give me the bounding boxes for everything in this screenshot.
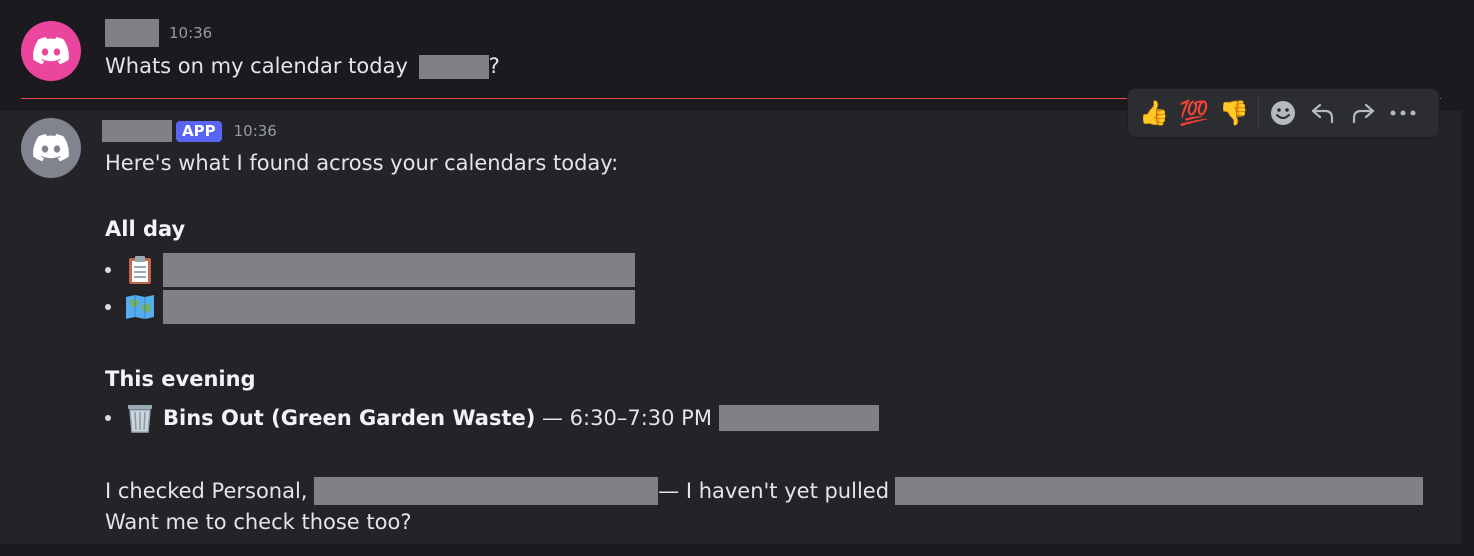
bullet	[105, 304, 111, 310]
list-item: Bins Out (Green Garden Waste) — 6:30–7:3…	[105, 403, 879, 433]
bullet	[105, 415, 111, 421]
avatar[interactable]	[21, 21, 81, 81]
thumbs-up-icon: 👍	[1139, 99, 1169, 127]
discord-logo-icon	[33, 37, 69, 65]
timestamp: 10:36	[169, 24, 213, 42]
clipboard-icon	[125, 255, 155, 285]
message-text: Whats on my calendar today	[105, 54, 408, 78]
more-icon	[1390, 110, 1416, 116]
bot-message: APP 10:36 Here's what I found across you…	[0, 111, 1462, 544]
message-actions-toolbar: 👍 💯 👎	[1127, 88, 1440, 138]
event-title: Bins Out (Green Garden Waste)	[163, 406, 536, 430]
section-heading-evening: This evening	[105, 367, 256, 391]
timestamp: 10:36	[233, 122, 277, 140]
app-badge: APP	[176, 120, 222, 142]
reply-button[interactable]	[1303, 93, 1343, 133]
username-redacted[interactable]	[102, 120, 172, 142]
user-message: 10:36 Whats on my calendar today ?	[0, 0, 1474, 98]
list-item	[105, 253, 635, 287]
bullet	[105, 267, 111, 273]
footer-text-start: I checked Personal,	[105, 479, 315, 503]
message-content: Whats on my calendar today ?	[105, 54, 500, 79]
username-redacted[interactable]	[105, 19, 159, 47]
redacted-text	[895, 477, 1424, 505]
reply-icon	[1311, 103, 1334, 124]
redacted-text	[718, 405, 879, 431]
map-icon	[125, 292, 155, 322]
discord-channel: 10:36 Whats on my calendar today ? APP 1…	[0, 0, 1474, 556]
forward-button[interactable]	[1343, 93, 1383, 133]
message-text-end: ?	[488, 54, 500, 78]
intro-text: Here's what I found across your calendar…	[105, 151, 619, 175]
reaction-hundred[interactable]: 💯	[1174, 93, 1214, 133]
section-heading-all-day: All day	[105, 217, 186, 241]
redacted-text	[314, 477, 659, 505]
reaction-thumbs-up[interactable]: 👍	[1134, 93, 1174, 133]
event-time: — 6:30–7:30 PM	[535, 406, 719, 430]
discord-logo-icon	[33, 134, 69, 162]
add-reaction-button[interactable]	[1263, 93, 1303, 133]
hundred-points-icon: 💯	[1179, 99, 1209, 127]
footer-question: Want me to check those too?	[105, 510, 412, 534]
thumbs-down-icon: 👎	[1219, 99, 1249, 127]
footer-line: I checked Personal, — I haven't yet pull…	[105, 477, 1424, 505]
add-reaction-icon	[1271, 101, 1295, 125]
avatar[interactable]	[21, 118, 81, 178]
forward-icon	[1352, 103, 1375, 124]
toolbar-divider	[1258, 98, 1259, 128]
wastebasket-icon	[125, 403, 155, 433]
more-button[interactable]	[1383, 93, 1423, 133]
redacted-text	[163, 290, 635, 324]
reaction-thumbs-down[interactable]: 👎	[1214, 93, 1254, 133]
footer-text-middle: — I haven't yet pulled	[658, 479, 890, 503]
list-item	[105, 290, 635, 324]
redacted-text	[418, 55, 489, 79]
redacted-text	[163, 253, 635, 287]
